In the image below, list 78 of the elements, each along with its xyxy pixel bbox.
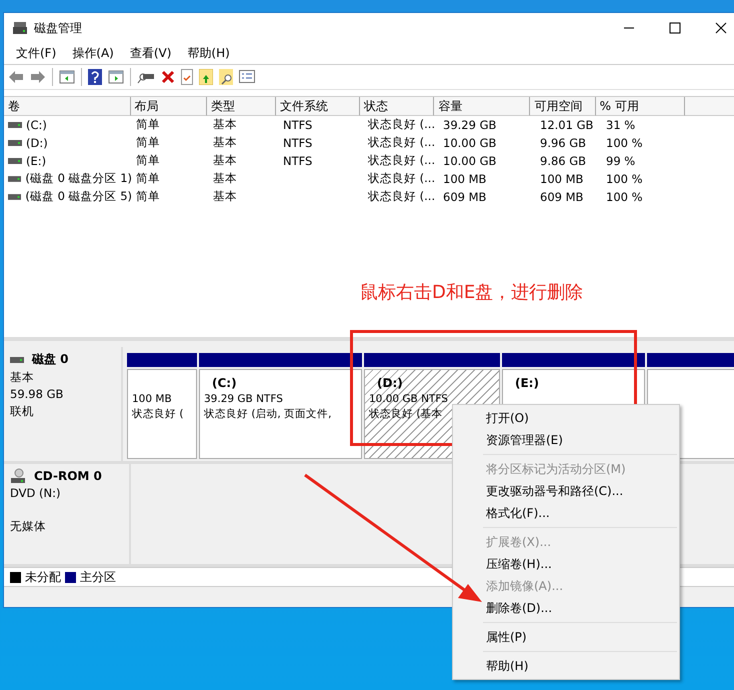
disk-info: 59.98 GB xyxy=(10,387,64,401)
partition-block[interactable]: 100 MB 状态良好 ( xyxy=(127,369,197,459)
table-cell: 基本 xyxy=(213,117,237,132)
table-cell: 基本 xyxy=(213,189,237,204)
column-header[interactable]: 类型 xyxy=(206,96,276,116)
column-header[interactable]: 容量 xyxy=(434,96,530,116)
table-cell: 状态良好 (... xyxy=(368,171,436,186)
partition-info: 39.29 GB NTFS xyxy=(204,393,283,405)
partition-label: (E:) xyxy=(515,376,539,390)
partition-info: 10.00 GB NTFS xyxy=(369,393,448,405)
column-header[interactable]: 卷 xyxy=(4,96,131,116)
table-cell: 100 % xyxy=(606,136,643,150)
table-cell: 100 % xyxy=(606,190,643,204)
partition-info: 状态良好 (启动, 页面文件, xyxy=(204,407,332,421)
table-cell: 9.96 GB xyxy=(540,136,586,150)
table-cell: 基本 xyxy=(213,153,237,168)
partition-info: 状态良好 ( xyxy=(132,407,184,421)
disk-info: 无媒体 xyxy=(10,519,46,533)
table-cell: (磁盘 0 磁盘分区 5) xyxy=(25,189,132,204)
menu-item[interactable]: 查看(V) xyxy=(122,45,180,62)
partition-info: 状态良好 (基本 xyxy=(369,407,442,421)
table-cell: 99 % xyxy=(606,154,636,168)
table-cell: 简单 xyxy=(136,117,160,132)
table-cell: NTFS xyxy=(283,118,312,132)
context-menu-item[interactable]: 压缩卷(H)... xyxy=(453,553,679,575)
column-header[interactable]: 可用空间 xyxy=(530,96,596,116)
legend-label: 未分配 xyxy=(25,568,61,586)
table-cell: 状态良好 (... xyxy=(368,189,436,204)
table-cell: 100 MB xyxy=(443,172,486,186)
table-cell: 9.86 GB xyxy=(540,154,586,168)
table-cell: 状态良好 (... xyxy=(368,153,436,168)
window-title: 磁盘管理 xyxy=(34,20,82,36)
disk-info: 联机 xyxy=(10,404,34,418)
table-cell: 31 % xyxy=(606,118,636,132)
menu-item[interactable]: 文件(F) xyxy=(8,45,64,62)
column-header[interactable]: 状态 xyxy=(360,96,434,116)
context-menu-item[interactable]: 更改驱动器号和路径(C)... xyxy=(453,480,679,502)
context-menu-item[interactable]: 删除卷(D)... xyxy=(453,597,679,619)
context-menu-item[interactable]: 帮助(H) xyxy=(453,655,679,677)
partition-label: (C:) xyxy=(212,376,237,390)
table-cell: NTFS xyxy=(283,154,312,168)
table-cell: 10.00 GB xyxy=(443,154,496,168)
table-cell: (D:) xyxy=(26,136,48,150)
table-cell: 基本 xyxy=(213,171,237,186)
annotation-text: 鼠标右击D和E盘，进行删除 xyxy=(360,281,584,304)
menu-item[interactable]: 帮助(H) xyxy=(179,45,238,62)
table-cell: 609 MB xyxy=(540,190,584,204)
menu-item[interactable]: 操作(A) xyxy=(64,45,122,62)
table-cell: 简单 xyxy=(136,189,160,204)
table-cell: 12.01 GB xyxy=(540,118,594,132)
table-cell: (E:) xyxy=(26,154,46,168)
table-cell: (磁盘 0 磁盘分区 1) xyxy=(25,171,132,186)
legend-label: 主分区 xyxy=(80,568,116,586)
table-cell: NTFS xyxy=(283,136,312,150)
column-header[interactable]: 布局 xyxy=(130,96,207,116)
partition-block[interactable]: (C:) 39.29 GB NTFS 状态良好 (启动, 页面文件, xyxy=(199,369,362,459)
table-cell: (C:) xyxy=(26,118,47,132)
context-menu-item[interactable]: 格式化(F)... xyxy=(453,502,679,524)
column-header[interactable]: 文件系统 xyxy=(276,96,360,116)
disk-name: CD-ROM 0 xyxy=(34,469,102,483)
partition-info: 100 MB xyxy=(132,393,172,405)
table-cell: 状态良好 (... xyxy=(368,117,436,132)
disk-info: DVD (N:) xyxy=(10,486,60,500)
partition-label: (D:) xyxy=(377,376,403,390)
table-cell: 10.00 GB xyxy=(443,136,496,150)
table-cell: 简单 xyxy=(136,153,160,168)
table-cell: 100 % xyxy=(606,172,643,186)
table-cell: 39.29 GB xyxy=(443,118,496,132)
disk-name: 磁盘 0 xyxy=(32,351,69,368)
context-menu-item[interactable]: 属性(P) xyxy=(453,626,679,648)
column-header[interactable]: % 可用 xyxy=(596,96,685,116)
disk-info: 基本 xyxy=(10,370,34,384)
table-cell: 基本 xyxy=(213,135,237,150)
table-cell: 100 MB xyxy=(540,172,584,186)
table-cell: 简单 xyxy=(136,171,160,186)
table-cell: 609 MB xyxy=(443,190,486,204)
table-cell: 状态良好 (... xyxy=(368,135,436,150)
table-cell: 简单 xyxy=(136,135,160,150)
